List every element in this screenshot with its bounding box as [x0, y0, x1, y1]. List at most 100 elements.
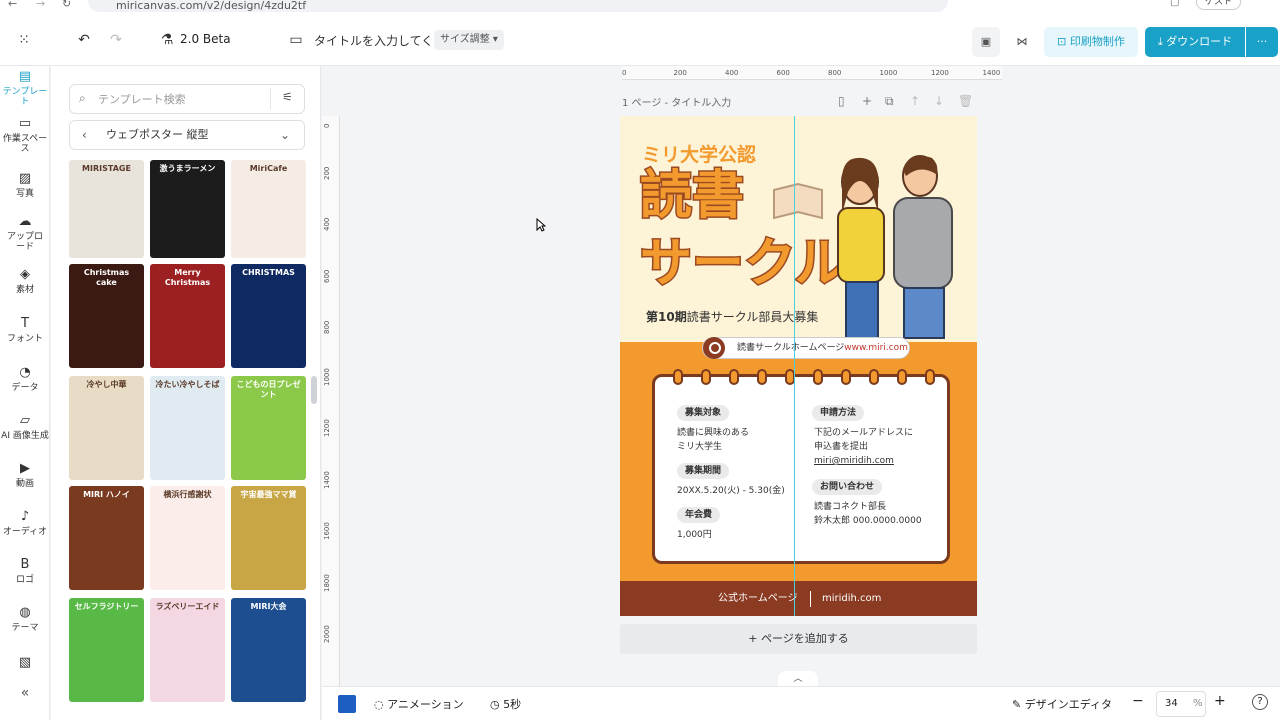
add-page-button[interactable]: + ページを追加する: [620, 624, 977, 654]
page-file-icon[interactable]: ▯: [838, 94, 845, 108]
template-thumbnail[interactable]: MIRI大会: [231, 598, 306, 702]
poster-footer[interactable]: 公式ホームページ miridih.com: [620, 581, 977, 616]
rail-item-pattern[interactable]: ▧: [0, 656, 50, 673]
scrollbar-thumb[interactable]: [311, 376, 317, 404]
more-options-icon[interactable]: ···: [1246, 27, 1278, 57]
chevron-down-icon[interactable]: ⌄: [280, 121, 290, 149]
apply-text-2[interactable]: 申込書を提出: [814, 440, 868, 454]
rail-item-theme[interactable]: ◍ テーマ: [0, 606, 50, 634]
template-thumbnail[interactable]: 横浜行感謝状: [150, 486, 225, 590]
rail-item-template[interactable]: ▤ テンプレート: [0, 70, 50, 108]
address-bar[interactable]: miricanvas.com/v2/design/4zdu2tf: [88, 0, 948, 12]
design-editor-button[interactable]: ✎ デザインエディタ: [1012, 696, 1112, 712]
extensions-icon[interactable]: ▢: [1170, 0, 1179, 8]
page-color-swatch[interactable]: [338, 695, 356, 713]
move-up-icon[interactable]: ↑: [910, 94, 920, 108]
template-thumbnail[interactable]: 冷やし中華: [69, 376, 144, 480]
rail-label: オーディオ: [2, 527, 48, 537]
chevron-left-icon[interactable]: ‹: [82, 121, 87, 149]
template-thumbnail[interactable]: MIRISTAGE: [69, 160, 144, 258]
resize-dropdown[interactable]: サイズ調整 ▾: [434, 30, 504, 50]
template-thumbnail[interactable]: MiriCafe: [231, 160, 306, 258]
apply-label[interactable]: 申請方法: [812, 405, 865, 421]
rail-item-elements[interactable]: ◈ 素材: [0, 268, 50, 296]
rail-item-font[interactable]: T フォント: [0, 317, 50, 345]
rail-item-workspace[interactable]: ▭ 作業スペース: [0, 117, 50, 155]
rail-item-upload[interactable]: ☁ アップロード: [0, 214, 50, 253]
document-title-input[interactable]: タイトルを入力してくた: [314, 32, 445, 49]
save-status-icon[interactable]: ▣: [972, 27, 1000, 57]
rail-item-ai-image[interactable]: ▱ AI 画像生成: [0, 414, 50, 442]
undo-icon[interactable]: ↶: [76, 32, 92, 48]
back-icon[interactable]: ←: [8, 0, 17, 10]
share-icon[interactable]: ⋈: [1008, 27, 1036, 57]
zoom-out-icon[interactable]: −: [1132, 693, 1144, 709]
help-icon[interactable]: ?: [1252, 694, 1268, 710]
template-thumbnail[interactable]: セルフラジトリー: [69, 598, 144, 702]
poster-page[interactable]: ミリ大学公認 読書 サークル 第10期読書サークル部員大募集 読書サークルホーム…: [620, 116, 977, 616]
period-label[interactable]: 募集期間: [677, 463, 730, 479]
reload-icon[interactable]: ↻: [62, 0, 71, 10]
rail-item-data[interactable]: ◔ データ: [0, 366, 50, 394]
zoom-input[interactable]: 34 %: [1156, 691, 1206, 717]
search-input[interactable]: [98, 91, 258, 107]
template-thumbnail[interactable]: 激うまラーメン: [150, 160, 225, 258]
animation-button[interactable]: ◌ アニメーション: [374, 696, 464, 712]
poster-url-bar[interactable]: 読書サークルホームページwww.miri.com: [702, 337, 910, 359]
fee-label[interactable]: 年会費: [677, 507, 721, 523]
zoom-in-icon[interactable]: +: [1214, 693, 1226, 709]
profile-button[interactable]: ゲスト: [1196, 0, 1242, 10]
upload-icon: ☁: [18, 214, 32, 229]
poster-badge[interactable]: ミリ大学公認: [642, 140, 756, 167]
poster-title-line1[interactable]: 読書: [638, 167, 745, 226]
grid-menu-icon[interactable]: ⁙: [16, 32, 32, 48]
rail-item-audio[interactable]: ♪ オーディオ: [0, 510, 50, 538]
add-page-icon[interactable]: +: [862, 94, 872, 108]
template-thumbnail[interactable]: 冷たい冷やしそば: [150, 376, 225, 480]
notebook-card[interactable]: 募集対象 読書に興味のある ミリ大学生 募集期間 20XX.5.20(火) - …: [652, 369, 950, 564]
canvas-area[interactable]: 0 200 400 600 800 1000 1200 1400 0 200 400 600 800 1…: [322, 66, 1280, 687]
template-thumbnail-label: 激うまラーメン: [159, 164, 216, 173]
template-thumbnail[interactable]: こどもの日プレゼント: [231, 376, 306, 480]
print-button[interactable]: ⊡ 印刷物制作: [1044, 27, 1138, 57]
filter-icon[interactable]: ⚟: [282, 90, 293, 104]
template-thumbnail[interactable]: Christmas cake: [69, 264, 144, 368]
contact-text-2[interactable]: 鈴木太郎 000.0000.0000: [814, 514, 922, 528]
download-button[interactable]: ⤓ ダウンロード: [1145, 27, 1245, 57]
template-thumbnail[interactable]: MIRI ハノイ: [69, 486, 144, 590]
forward-icon[interactable]: →: [36, 0, 45, 10]
contact-text-1[interactable]: 読書コネクト部長: [814, 500, 886, 514]
target-label[interactable]: 募集対象: [677, 405, 730, 421]
template-thumbnail-label: 冷たい冷やしそば: [155, 380, 220, 389]
move-down-icon[interactable]: ↓: [934, 94, 944, 108]
rail-item-logo[interactable]: B ロゴ: [0, 558, 50, 586]
category-selector[interactable]: ‹ ウェブポスター 縦型 ⌄: [69, 120, 305, 150]
template-thumbnail[interactable]: 宇宙最強ママ賞: [231, 486, 306, 590]
collapse-icon[interactable]: «: [0, 686, 50, 700]
poster-title-line2[interactable]: サークル: [638, 235, 847, 294]
period-text[interactable]: 20XX.5.20(火) - 5.30(金): [677, 484, 785, 498]
couple-illustration[interactable]: [820, 152, 970, 342]
fee-text[interactable]: 1,000円: [677, 528, 712, 542]
expand-pages-icon[interactable]: ︿: [778, 671, 818, 687]
rail-item-video[interactable]: ▶ 動画: [0, 462, 50, 490]
folder-icon[interactable]: ▭: [288, 32, 304, 48]
poster-subtitle[interactable]: 第10期読書サークル部員大募集: [646, 308, 818, 325]
target-text-2[interactable]: ミリ大学生: [677, 440, 722, 454]
template-thumbnail[interactable]: Merry Christmas: [150, 264, 225, 368]
design-editor-label: デザインエディタ: [1024, 698, 1112, 711]
apply-text-1[interactable]: 下記のメールアドレスに: [814, 426, 913, 440]
duration-button[interactable]: ◷ 5秒: [490, 696, 521, 712]
version-label[interactable]: 2.0 Beta: [180, 32, 231, 46]
template-thumbnail[interactable]: ラズベリーエイド: [150, 598, 225, 702]
contact-label[interactable]: お問い合わせ: [812, 479, 883, 495]
template-thumbnail[interactable]: CHRISTMAS: [231, 264, 306, 368]
template-search[interactable]: ⌕ ⚟: [69, 84, 305, 114]
rail-item-photo[interactable]: ▨ 写真: [0, 172, 50, 200]
delete-page-icon[interactable]: 🗑: [958, 94, 973, 108]
page-title-label[interactable]: 1 ページ - タイトル入力: [622, 94, 731, 109]
duplicate-page-icon[interactable]: ⧉: [885, 94, 894, 109]
target-text-1[interactable]: 読書に興味のある: [677, 426, 749, 440]
redo-icon[interactable]: ↷: [108, 32, 124, 48]
apply-email[interactable]: miri@miridih.com: [814, 454, 894, 468]
